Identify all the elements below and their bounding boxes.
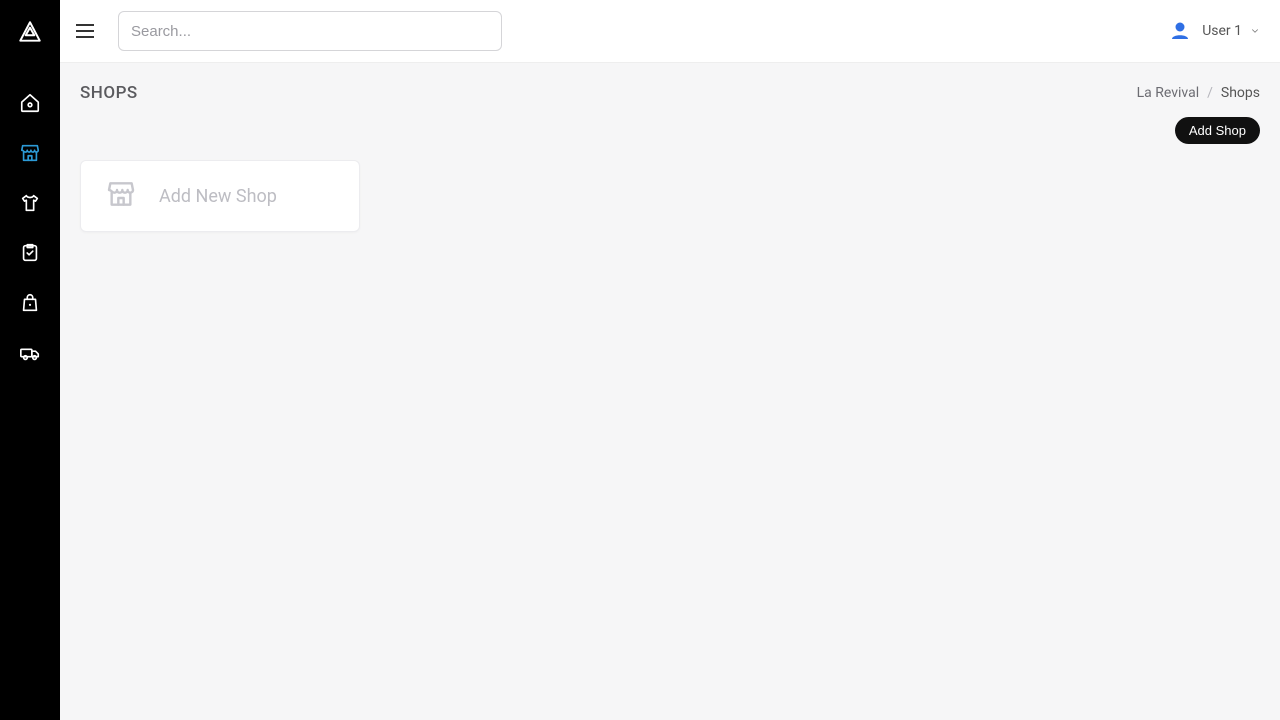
app-logo — [16, 18, 44, 46]
add-card-label: Add New Shop — [159, 186, 277, 207]
actions-row: Add Shop — [80, 117, 1260, 144]
content: SHOPS La Revival / Shops Add Shop Add Ne — [60, 63, 1280, 720]
topbar: User 1 — [60, 0, 1280, 63]
breadcrumb: La Revival / Shops — [1137, 85, 1260, 101]
user-label: User 1 — [1202, 23, 1242, 39]
user-menu[interactable]: User 1 — [1166, 17, 1260, 45]
sidebar-item-shipping[interactable] — [0, 328, 60, 378]
breadcrumb-current: Shops — [1221, 85, 1260, 101]
user-avatar-icon — [1166, 17, 1194, 45]
search-input[interactable] — [118, 11, 502, 51]
main-area: User 1 SHOPS La Revival / Shops Add Shop — [60, 0, 1280, 720]
page-header: SHOPS La Revival / Shops — [80, 83, 1260, 103]
cards-grid: Add New Shop — [80, 160, 1260, 232]
breadcrumb-root[interactable]: La Revival — [1137, 85, 1199, 101]
sidebar-item-products[interactable] — [0, 178, 60, 228]
shop-icon — [105, 178, 137, 214]
menu-toggle-icon[interactable] — [76, 17, 104, 45]
sidebar — [0, 0, 60, 720]
search-wrap — [118, 11, 502, 51]
sidebar-item-bags[interactable] — [0, 278, 60, 328]
sidebar-item-shops[interactable] — [0, 128, 60, 178]
page-title: SHOPS — [80, 83, 138, 103]
add-new-shop-card[interactable]: Add New Shop — [80, 160, 360, 232]
breadcrumb-separator: / — [1207, 85, 1213, 101]
add-shop-button[interactable]: Add Shop — [1175, 117, 1260, 144]
chevron-down-icon — [1250, 26, 1260, 36]
sidebar-item-orders[interactable] — [0, 228, 60, 278]
sidebar-item-home[interactable] — [0, 78, 60, 128]
